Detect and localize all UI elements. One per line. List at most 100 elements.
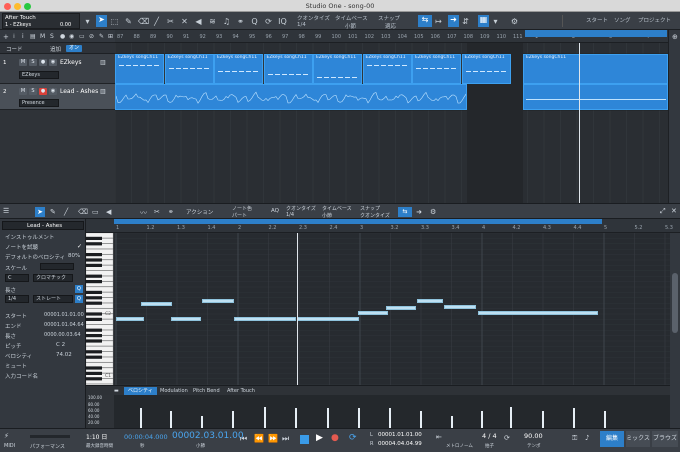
editor-loop-bar[interactable] (114, 219, 602, 224)
velocity-bar[interactable] (170, 411, 172, 428)
track-instrument-select[interactable]: EZkeys (19, 71, 59, 79)
track-name[interactable]: EZkeys (60, 59, 82, 66)
nav-start[interactable]: スタート (586, 16, 608, 24)
marker-icon[interactable]: ✎ (99, 33, 104, 40)
velocity-bar[interactable] (232, 411, 234, 428)
clip-lead-loop[interactable] (523, 84, 668, 110)
tempo-tap-icon[interactable]: ⟳ (504, 434, 510, 442)
arrow-tool-icon[interactable]: ➤ (96, 15, 107, 27)
velocity-bar[interactable] (358, 408, 360, 428)
clip-ezkeys[interactable]: EZkeys songCh11 (164, 54, 214, 84)
inspector-toggle-icon[interactable]: i (22, 33, 24, 40)
mute-button[interactable]: M (19, 59, 27, 66)
zoom-icon[interactable]: Q (250, 17, 259, 26)
position-bars[interactable]: 00002.03.01.00 (172, 431, 244, 441)
lane-collapse-icon[interactable]: ▬ (114, 388, 119, 394)
length-type-select[interactable]: ストレート (33, 295, 73, 303)
tab-pitch-bend[interactable]: Pitch Bend (193, 388, 220, 394)
listen-tool-icon[interactable]: ♫ (222, 17, 231, 26)
mute-button[interactable]: M (19, 88, 27, 95)
editor-expand-icon[interactable]: ⤢ (660, 207, 666, 216)
scale-type-select[interactable]: クロマチック (33, 274, 73, 282)
default-velocity-value[interactable]: 80% (68, 253, 80, 259)
play-button[interactable]: ▶ (316, 433, 323, 443)
velocity-bar[interactable] (140, 408, 142, 428)
mute-all-icon[interactable]: M (40, 33, 45, 40)
instrument-icon[interactable]: ▥ (100, 88, 106, 95)
rewind-icon[interactable]: ⏪ (254, 434, 264, 443)
inspector-track-select[interactable]: Lead - Ashes (2, 221, 84, 230)
piano-keyboard[interactable]: C2 C1 (86, 233, 114, 385)
mixer-icon[interactable]: ▤ (30, 33, 36, 40)
tab-modulation[interactable]: Modulation (160, 388, 188, 394)
quantize-value[interactable]: 1/4 (297, 22, 306, 28)
editor-listen-icon[interactable]: ⚭ (168, 208, 174, 216)
clip-lead-ashes[interactable] (115, 84, 467, 110)
go-to-end-icon[interactable]: ⏭ (282, 434, 289, 444)
midi-note[interactable] (141, 302, 172, 306)
midi-note[interactable] (171, 317, 201, 321)
midi-note[interactable] (297, 317, 359, 321)
note-color-value[interactable]: パート (232, 212, 247, 219)
editor-action-label[interactable]: アクション (186, 208, 213, 216)
eraser-tool-icon[interactable]: ⌫ (138, 17, 149, 26)
pitch-value[interactable]: C 2 (56, 342, 65, 348)
monitor-button[interactable]: ◉ (49, 59, 57, 66)
loop-icon[interactable]: ⟳ (264, 17, 273, 26)
pencil-tool-icon[interactable]: ✎ (124, 17, 133, 26)
clip-ezkeys[interactable]: EZkeys songCh11 (362, 54, 412, 84)
length-quantize-icon[interactable]: Q (75, 295, 83, 303)
record-arm-button[interactable]: ● (39, 59, 47, 66)
speaker-tool-icon[interactable]: ◀ (194, 17, 203, 26)
editor-line-icon[interactable]: ╱ (64, 208, 68, 216)
arrange-ruler[interactable]: 87 88 89 90 91 92 93 94 95 96 97 98 99 100 101 102 103 10… (115, 30, 668, 43)
editor-snap-value[interactable]: クオンタイズ (360, 212, 390, 219)
editor-split-icon[interactable]: ✂ (154, 208, 160, 216)
monitor-button[interactable]: ◉ (49, 88, 57, 95)
clip-ezkeys-loop[interactable]: EZkeys songCh11 (523, 54, 668, 84)
scale-keyboard[interactable] (40, 263, 74, 270)
nav-song[interactable]: ソング (614, 16, 631, 24)
fast-forward-icon[interactable]: ⏩ (268, 434, 278, 443)
editor-paint-icon[interactable]: ▭ (92, 208, 99, 216)
clip-ezkeys[interactable]: EZkeys songCh11 (214, 54, 263, 84)
clip-ezkeys[interactable]: EZkeys songCh11 (412, 54, 461, 84)
nudge-icon[interactable]: ↦ (434, 17, 443, 26)
midi-note[interactable] (234, 317, 296, 321)
follow-icon[interactable]: ➜ (448, 15, 459, 27)
midi-note[interactable] (116, 317, 144, 321)
midi-note[interactable] (478, 311, 598, 315)
iq-icon[interactable]: IQ (278, 17, 287, 26)
bend-tool-icon[interactable]: ≋ (208, 17, 217, 26)
snap-value[interactable]: 適応 (385, 22, 396, 30)
clip-ezkeys[interactable]: EZkeys songCh11 (263, 54, 313, 84)
snap-toggle-icon[interactable]: ⇆ (418, 15, 432, 27)
editor-follow-icon[interactable]: ➜ (414, 207, 424, 217)
velocity-bar[interactable] (264, 406, 266, 428)
scale-root-select[interactable]: C (5, 274, 29, 282)
playhead[interactable] (579, 43, 580, 203)
velocity-bar[interactable] (389, 408, 391, 428)
add-track-icon[interactable]: + (3, 33, 9, 41)
record-arm-button[interactable]: ● (39, 88, 47, 95)
velocity-bar[interactable] (573, 408, 575, 428)
velocity-bar[interactable] (295, 408, 297, 428)
editor-eraser-icon[interactable]: ⌫ (78, 208, 88, 216)
editor-quantize-value[interactable]: 1/4 (286, 212, 294, 218)
length-value-select[interactable]: 1/4 (5, 295, 29, 303)
velocity-bar[interactable] (604, 411, 606, 428)
editor-close-icon[interactable]: ✕ (671, 207, 677, 215)
nav-project[interactable]: プロジェクト (638, 16, 671, 24)
editor-speaker-icon[interactable]: ◀ (106, 208, 111, 216)
stop-button[interactable] (300, 435, 309, 444)
editor-transform-icon[interactable]: 〰 (140, 208, 147, 218)
midi-note[interactable] (417, 299, 443, 303)
timebase-value[interactable]: 小節 (345, 22, 356, 30)
editor-pencil-icon[interactable]: ✎ (50, 208, 56, 216)
dropdown-icon[interactable]: ▾ (83, 17, 92, 26)
arrange-zoom-icon[interactable]: ⊕ (672, 33, 678, 41)
editor-timebase-value[interactable]: 小節 (322, 212, 332, 219)
solo-button[interactable]: S (29, 88, 37, 95)
mute-tool-icon[interactable]: ✕ (180, 17, 189, 26)
solo-button[interactable]: S (29, 59, 37, 66)
